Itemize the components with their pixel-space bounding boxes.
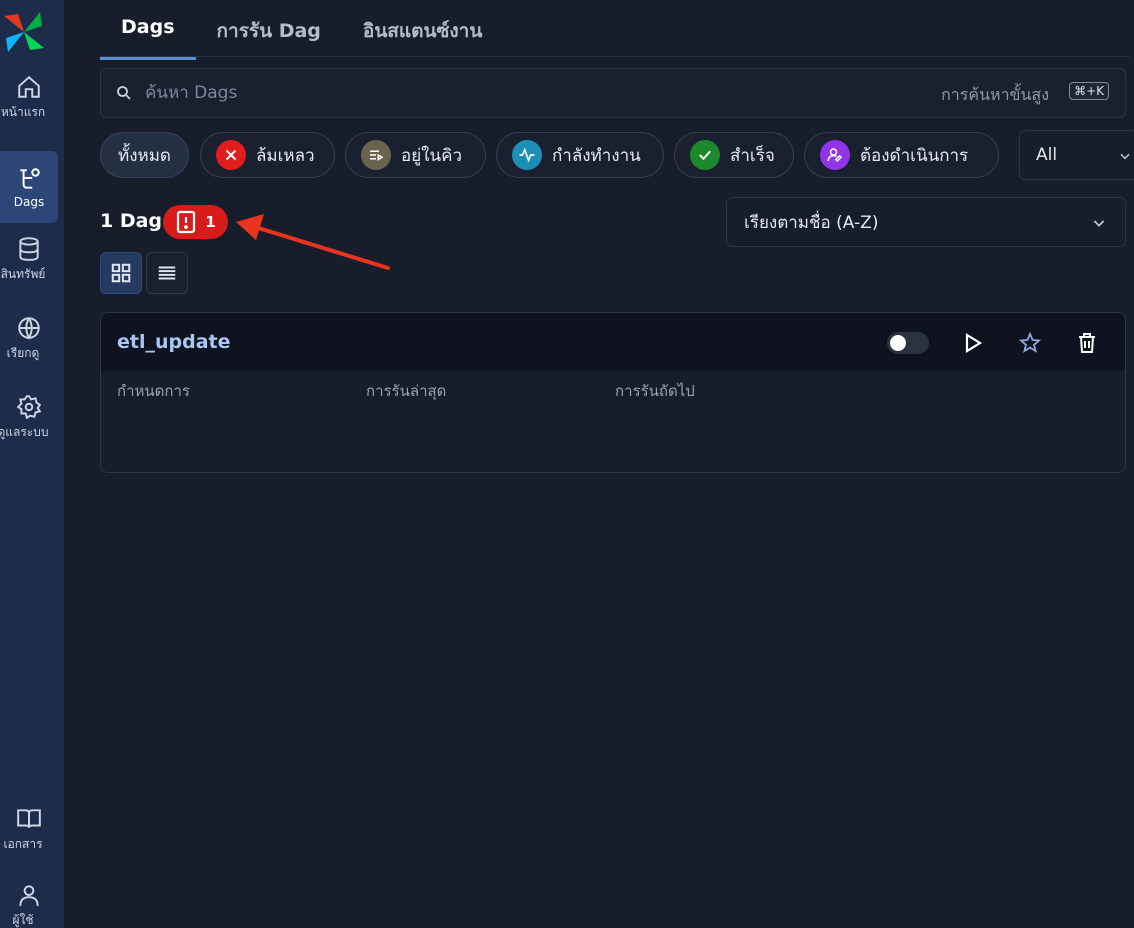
schedule-label: กำหนดการ <box>117 382 190 400</box>
sidebar-item-label: ดูแลระบบ <box>0 425 49 439</box>
file-warning-icon <box>177 210 196 234</box>
filter-failed-button[interactable]: ล้มเหลว <box>200 132 335 178</box>
chevron-down-icon <box>1120 153 1130 160</box>
sidebar-item-label: หน้าแรก <box>0 105 46 119</box>
trash-icon[interactable] <box>1075 331 1099 355</box>
gear-icon <box>16 395 42 420</box>
chevron-down-icon <box>1093 220 1105 227</box>
search-icon <box>117 86 131 100</box>
pause-toggle[interactable] <box>887 332 929 354</box>
star-icon[interactable] <box>1018 331 1042 355</box>
sidebar-item-user[interactable]: ผู้ใช้ <box>0 870 58 928</box>
sidebar: หน้าแรก Dags สินทรัพย์ เรียกดู ดูแลระบบ … <box>0 0 64 928</box>
import-error-badge[interactable]: 1 <box>163 205 228 239</box>
filter-label: อยู่ในคิว <box>401 145 463 166</box>
sort-select-value: เรียงตามชื่อ (A-Z) <box>744 212 879 233</box>
filter-needs-action-button[interactable]: ต้องดำเนินการ <box>804 132 999 178</box>
sidebar-item-dags[interactable]: Dags <box>0 151 58 223</box>
shortcut-hint: ⌘+K <box>1069 82 1109 100</box>
dags-icon <box>20 167 40 189</box>
toggle-knob <box>890 335 906 351</box>
tab-dag-runs[interactable]: การรัน Dag <box>196 14 342 60</box>
sidebar-item-label: เอกสาร <box>3 837 43 851</box>
home-icon <box>18 75 40 98</box>
play-icon[interactable] <box>961 331 985 355</box>
activity-icon <box>512 140 542 170</box>
list-icon <box>158 266 176 280</box>
search-bar: การค้นหาขั้นสูง ⌘+K <box>100 68 1126 118</box>
filter-running-button[interactable]: กำลังทำงาน <box>496 132 664 178</box>
advanced-search-link[interactable]: การค้นหาขั้นสูง <box>941 83 1049 108</box>
user-icon <box>19 885 39 906</box>
database-icon <box>19 237 39 261</box>
card-view-button[interactable] <box>100 252 142 294</box>
filter-queued-button[interactable]: อยู่ในคิว <box>345 132 486 178</box>
x-icon <box>216 140 246 170</box>
dag-card-columns: กำหนดการ การรันล่าสุด การรันถัดไป <box>101 371 1125 411</box>
filter-label: ทั้งหมด <box>118 145 171 166</box>
list-view-button[interactable] <box>146 252 188 294</box>
tab-divider <box>100 56 1130 57</box>
sidebar-item-assets[interactable]: สินทรัพย์ <box>0 224 58 296</box>
sidebar-item-home[interactable]: หน้าแรก <box>0 62 58 134</box>
dag-name-link[interactable]: etl_update <box>117 331 231 353</box>
state-select-value: All <box>1036 145 1058 165</box>
filter-label: ต้องดำเนินการ <box>860 145 969 166</box>
tab-task-instances[interactable]: อินสแตนซ์งาน <box>342 14 503 60</box>
next-run-label: การรันถัดไป <box>615 382 695 400</box>
book-icon <box>17 809 41 828</box>
latest-run-label: การรันล่าสุด <box>366 382 447 400</box>
dag-card-header: etl_update <box>101 313 1125 371</box>
filter-label: กำลังทำงาน <box>552 145 641 166</box>
tab-bar: Dags การรัน Dag อินสแตนซ์งาน <box>100 14 503 60</box>
sidebar-item-admin[interactable]: ดูแลระบบ <box>0 382 58 454</box>
check-icon <box>690 140 720 170</box>
filter-all-button[interactable]: ทั้งหมด <box>100 132 189 178</box>
sidebar-item-docs[interactable]: เอกสาร <box>0 794 58 866</box>
search-input[interactable] <box>145 83 865 103</box>
sidebar-item-label: เรียกดู <box>6 346 40 360</box>
grid-icon <box>111 263 131 283</box>
annotation-arrow <box>236 214 390 270</box>
filter-label: สำเร็จ <box>730 145 775 166</box>
airflow-logo[interactable] <box>2 10 46 54</box>
queue-icon <box>361 140 391 170</box>
dag-count: 1 Dag <box>100 210 163 232</box>
state-select[interactable]: All <box>1019 130 1134 180</box>
sidebar-item-label: Dags <box>13 194 45 209</box>
sort-select[interactable]: เรียงตามชื่อ (A-Z) <box>726 197 1126 247</box>
tab-dags[interactable]: Dags <box>100 14 196 60</box>
import-error-count: 1 <box>205 213 216 231</box>
globe-icon <box>18 317 40 340</box>
dag-card: etl_update กำหนดการ การรันล่าสุด การรันถ… <box>100 312 1126 473</box>
filter-label: ล้มเหลว <box>256 145 315 166</box>
sidebar-item-browse[interactable]: เรียกดู <box>0 303 58 375</box>
user-action-icon <box>820 140 850 170</box>
sidebar-item-label: สินทรัพย์ <box>0 267 46 281</box>
filter-success-button[interactable]: สำเร็จ <box>674 132 794 178</box>
sidebar-item-label: ผู้ใช้ <box>12 913 34 927</box>
